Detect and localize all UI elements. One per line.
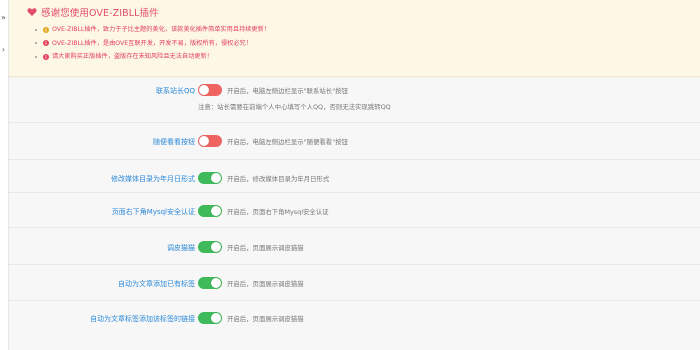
menu-expand-icon[interactable]: › bbox=[0, 46, 7, 54]
toggle-switch[interactable] bbox=[198, 135, 222, 147]
toggle-knob bbox=[211, 206, 221, 216]
setting-description: 开启后，电脑左侧边栏显示"随便看看"按钮 bbox=[227, 138, 348, 146]
admin-menu-strip: » › bbox=[0, 0, 9, 350]
notice-item: 请大家购买正版插件，盗版存在未知风险且无法自动更新！ bbox=[35, 50, 270, 64]
notice-item: OVE-ZIBLL插件，是由OVE互联开发，开发不易，版权所有，侵权必究！ bbox=[35, 37, 270, 51]
setting-row-media-dir: 修改媒体目录为年月日形式 开启后，修改媒体目录为年月日形式 bbox=[9, 160, 700, 193]
setting-description: 开启后，修改媒体目录为年月日形式 bbox=[227, 175, 330, 183]
notice-title: 感谢您使用OVE-ZIBLL插件 bbox=[27, 5, 159, 19]
settings-panel: 联系站长QQ 开启后，电脑左侧边栏显示"联系站长"按钮 注意：站长需要在前端个人… bbox=[9, 78, 700, 350]
toggle-switch[interactable] bbox=[198, 172, 222, 184]
toggle-knob bbox=[211, 313, 221, 323]
toggle-switch[interactable] bbox=[198, 205, 222, 217]
setting-description: 开启后，页面展示调皮猫猫 bbox=[227, 244, 304, 252]
setting-row-tag-links: 自动为文章标签添加该标签的链接 开启后，页面展示调皮猫猫 bbox=[9, 301, 700, 350]
notice-item: OVE-ZIBLL插件，致力于子比主题的美化，该款美化插件简单实用且持续更新！ bbox=[35, 23, 270, 37]
heart-icon bbox=[27, 8, 37, 16]
setting-row-contact-qq: 联系站长QQ 开启后，电脑左侧边栏显示"联系站长"按钮 注意：站长需要在前端个人… bbox=[9, 78, 700, 123]
setting-label: 页面右下角Mysql安全认证 bbox=[111, 208, 195, 216]
setting-description: 开启后，页面展示调皮猫猫 bbox=[227, 315, 304, 323]
notice-title-text: 感谢您使用OVE-ZIBLL插件 bbox=[41, 8, 159, 19]
toggle-knob bbox=[199, 85, 209, 95]
info-icon bbox=[43, 40, 49, 47]
setting-label: 随便看看按钮 bbox=[153, 138, 195, 146]
notice-item-text: 请大家购买正版插件，盗版存在未知风险且无法自动更新！ bbox=[52, 53, 213, 60]
setting-label: 联系站长QQ bbox=[155, 87, 195, 95]
setting-label: 修改媒体目录为年月日形式 bbox=[111, 175, 195, 183]
setting-row-mysql-auth: 页面右下角Mysql安全认证 开启后，页面右下角Mysql安全认证 bbox=[9, 193, 700, 228]
toggle-switch[interactable] bbox=[198, 277, 222, 289]
menu-collapse-mark[interactable]: » bbox=[0, 14, 7, 22]
toggle-switch[interactable] bbox=[198, 312, 222, 324]
plugin-notice-box: 感谢您使用OVE-ZIBLL插件 OVE-ZIBLL插件，致力于子比主题的美化，… bbox=[9, 0, 700, 77]
toggle-knob bbox=[211, 278, 221, 288]
bullet-dot bbox=[35, 42, 37, 45]
setting-label: 自动为文章标签添加该标签的链接 bbox=[90, 315, 195, 323]
toggle-knob bbox=[199, 136, 209, 146]
toggle-switch[interactable] bbox=[198, 84, 222, 96]
info-icon bbox=[43, 53, 49, 60]
info-icon bbox=[43, 26, 49, 33]
setting-row-naughty-cat: 调皮猫猫 开启后，页面展示调皮猫猫 bbox=[9, 228, 700, 265]
notice-item-text: OVE-ZIBLL插件，致力于子比主题的美化，该款美化插件简单实用且持续更新！ bbox=[52, 26, 270, 33]
toggle-knob bbox=[211, 173, 221, 183]
setting-row-auto-tags: 自动为文章添加已有标签 开启后，页面展示调皮猫猫 bbox=[9, 265, 700, 301]
setting-label: 调皮猫猫 bbox=[167, 244, 195, 252]
setting-description: 开启后，页面展示调皮猫猫 bbox=[227, 280, 304, 288]
setting-note: 注意：站长需要在前端个人中心填写个人QQ，否则无法实现跳转QQ bbox=[198, 103, 391, 111]
toggle-knob bbox=[211, 242, 221, 252]
setting-label: 自动为文章添加已有标签 bbox=[118, 280, 195, 288]
setting-description: 开启后，页面右下角Mysql安全认证 bbox=[227, 208, 329, 216]
bullet-dot bbox=[35, 28, 37, 31]
setting-description: 开启后，电脑左侧边栏显示"联系站长"按钮 bbox=[227, 87, 348, 95]
bullet-dot bbox=[35, 55, 37, 58]
notice-item-text: OVE-ZIBLL插件，是由OVE互联开发，开发不易，版权所有，侵权必究！ bbox=[52, 39, 252, 47]
setting-row-random-view: 随便看看按钮 开启后，电脑左侧边栏显示"随便看看"按钮 bbox=[9, 123, 700, 160]
notice-list: OVE-ZIBLL插件，致力于子比主题的美化，该款美化插件简单实用且持续更新！ … bbox=[35, 23, 270, 64]
toggle-switch[interactable] bbox=[198, 241, 222, 253]
